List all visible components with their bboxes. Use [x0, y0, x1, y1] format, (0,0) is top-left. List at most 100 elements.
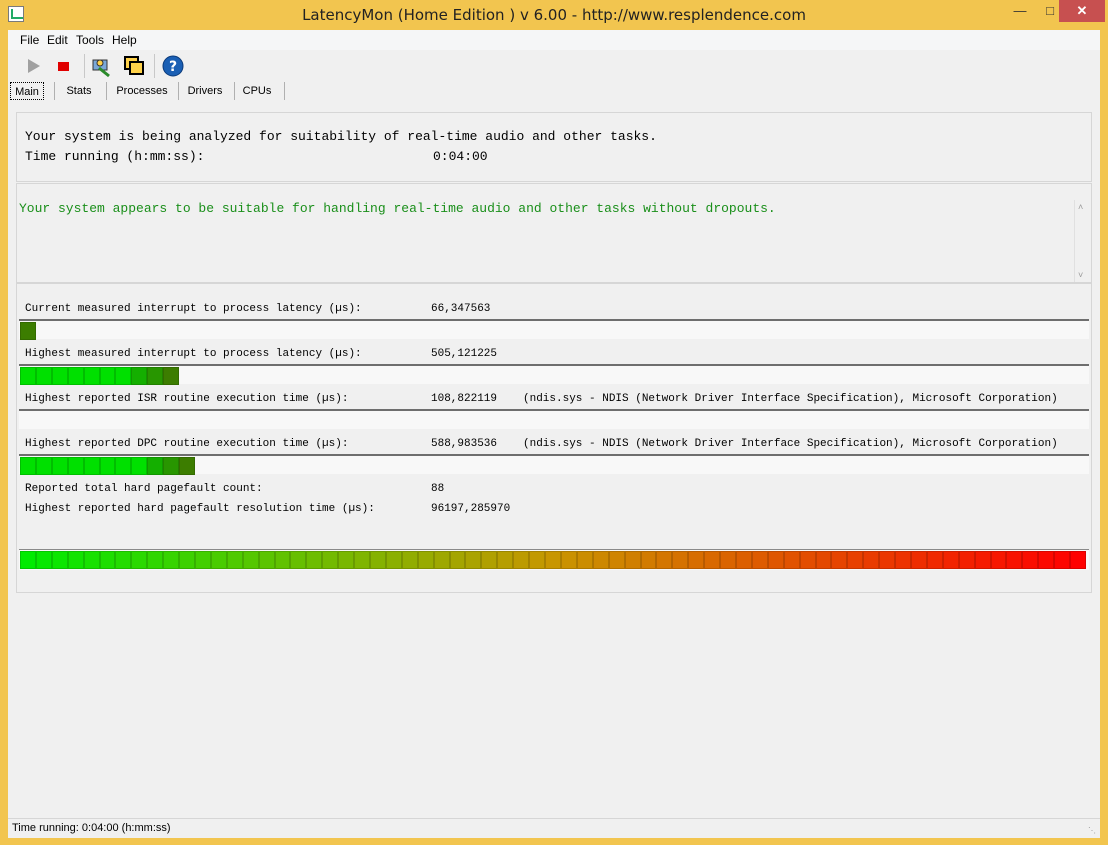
minimize-button[interactable]: — — [1003, 0, 1037, 22]
tab-separator — [106, 82, 107, 100]
bar-segment — [401, 551, 418, 569]
bar-segment — [704, 551, 721, 569]
metric-bar — [19, 454, 1089, 475]
bar-segment — [592, 551, 609, 569]
close-button[interactable]: ✕ — [1059, 0, 1105, 22]
bar-segment — [163, 551, 180, 569]
metric-detail: (ndis.sys - NDIS (Network Driver Interfa… — [523, 438, 1058, 450]
verdict-scrollbar[interactable]: ˄ ˅ — [1074, 200, 1091, 282]
menu-file[interactable]: File — [20, 33, 39, 47]
metric-bar — [19, 409, 1089, 429]
bar-segment — [35, 457, 52, 475]
help-icon[interactable]: ? — [161, 54, 185, 78]
bar-segment — [1006, 551, 1023, 569]
bar-segment — [210, 551, 227, 569]
analyze-icon[interactable] — [90, 54, 114, 78]
metric-value: 88 — [431, 483, 445, 495]
menu-bar: File Edit Tools Help — [8, 30, 1100, 50]
bar-segment — [51, 551, 68, 569]
bar-segment — [195, 551, 211, 569]
verdict-panel: Your system appears to be suitable for h… — [16, 183, 1092, 283]
stop-icon[interactable] — [52, 54, 76, 78]
bar-segment — [226, 551, 243, 569]
window-title: LatencyMon (Home Edition ) v 6.00 - http… — [302, 6, 806, 24]
metric-value: 505,121225 — [431, 348, 498, 360]
metric-detail: (ndis.sys - NDIS (Network Driver Interfa… — [523, 393, 1058, 405]
windows-icon[interactable] — [122, 54, 146, 78]
bar-segment — [735, 551, 752, 569]
status-text: Time running: 0:04:00 (h:mm:ss) — [12, 822, 171, 834]
resize-grip-icon[interactable]: ⋱ — [1088, 826, 1098, 836]
scroll-up-icon[interactable]: ˄ — [1078, 202, 1083, 212]
bar-segment — [131, 367, 148, 385]
metric-value: 588,983536 — [431, 438, 498, 450]
bar-segment — [35, 551, 52, 569]
bar-segment — [974, 551, 991, 569]
metric-label: Highest reported DPC routine execution t… — [25, 438, 349, 450]
bar-segment — [20, 551, 36, 569]
bar-segment — [338, 551, 355, 569]
bar-segment — [831, 551, 848, 569]
bar-segment — [688, 551, 705, 569]
menu-tools[interactable]: Tools — [76, 33, 104, 47]
tab-separator — [54, 82, 55, 100]
bar-segment — [83, 457, 100, 475]
bar-segment — [163, 457, 180, 475]
bar-segment — [1070, 551, 1086, 569]
menu-edit[interactable]: Edit — [47, 33, 68, 47]
bar-segment — [576, 551, 593, 569]
bar-segment — [815, 551, 832, 569]
tab-cpus[interactable]: CPUs — [240, 82, 274, 100]
bar-segment — [147, 367, 164, 385]
toolbar: ? — [8, 50, 1100, 80]
play-icon[interactable] — [22, 54, 46, 78]
metric-value: 66,347563 — [431, 303, 491, 315]
metric-value: 108,822119 — [431, 393, 498, 405]
status-bar: Time running: 0:04:00 (h:mm:ss) ⋱ — [8, 818, 1100, 838]
bar-segment — [560, 551, 577, 569]
bar-segment — [1022, 551, 1039, 569]
scroll-down-icon[interactable]: ˅ — [1078, 270, 1083, 280]
bar-segment — [179, 457, 195, 475]
tab-stats[interactable]: Stats — [60, 82, 98, 100]
bar-segment — [242, 551, 259, 569]
metric-label: Highest reported hard pagefault resoluti… — [25, 503, 375, 515]
bar-segment — [449, 551, 466, 569]
menu-help[interactable]: Help — [112, 33, 137, 47]
metrics-panel: Current measured interrupt to process la… — [16, 283, 1092, 593]
bar-segment — [99, 367, 116, 385]
bar-segment — [131, 551, 148, 569]
bar-segment — [640, 551, 657, 569]
toolbar-separator — [84, 54, 85, 78]
bar-segment — [942, 551, 959, 569]
bar-segment — [322, 551, 339, 569]
client-area: File Edit Tools Help ? Main Stats Proces… — [8, 30, 1100, 838]
tab-separator — [178, 82, 179, 100]
bar-segment — [513, 551, 530, 569]
time-running-label: Time running (h:mm:ss): — [25, 149, 205, 164]
tab-drivers[interactable]: Drivers — [184, 82, 226, 100]
bar-segment — [83, 551, 100, 569]
tab-main[interactable]: Main — [10, 82, 44, 100]
bar-segment — [83, 367, 100, 385]
bar-segment — [179, 551, 195, 569]
bar-segment — [497, 551, 514, 569]
tab-processes[interactable]: Processes — [112, 82, 172, 100]
bar-segment — [672, 551, 689, 569]
bar-segment — [115, 551, 132, 569]
bar-segment — [1054, 551, 1071, 569]
bar-segment — [354, 551, 371, 569]
analysis-panel: Your system is being analyzed for suitab… — [16, 112, 1092, 182]
bar-segment — [35, 367, 52, 385]
bar-segment — [20, 367, 36, 385]
bar-segment — [910, 551, 927, 569]
bar-segment — [147, 457, 164, 475]
bar-segment — [799, 551, 816, 569]
bar-segment — [20, 322, 36, 340]
title-bar[interactable]: LatencyMon (Home Edition ) v 6.00 - http… — [0, 0, 1108, 30]
bar-segment — [417, 551, 434, 569]
bar-segment — [767, 551, 784, 569]
bar-segment — [895, 551, 911, 569]
bar-segment — [20, 457, 36, 475]
bar-segment — [290, 551, 307, 569]
